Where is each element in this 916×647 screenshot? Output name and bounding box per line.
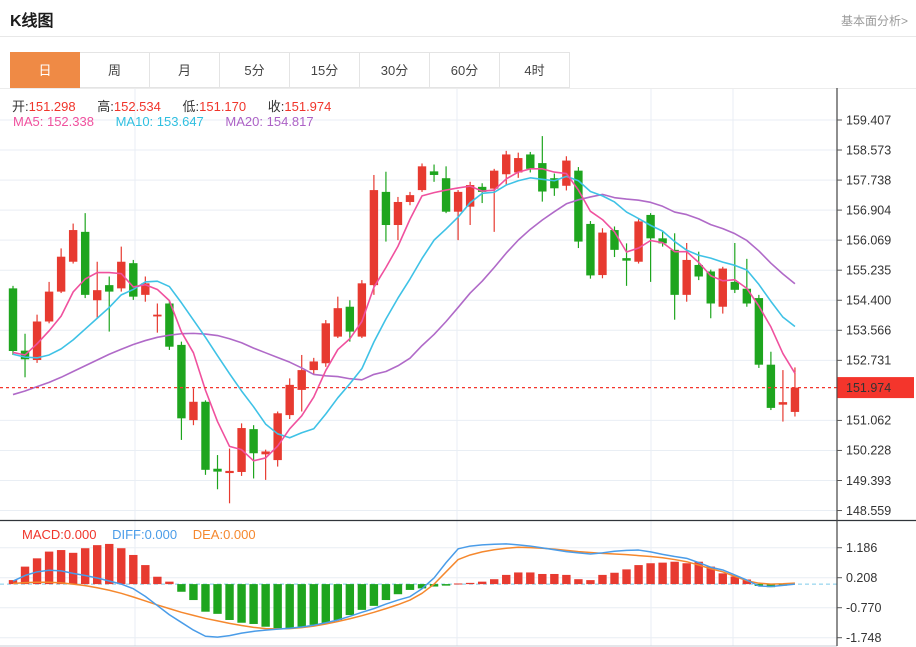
tab-60min[interactable]: 60分 (430, 52, 500, 88)
kline-widget: K线图 基本面分析> 日 周 月 5分 15分 30分 60分 4时 159.4… (0, 0, 916, 647)
svg-text:155.235: 155.235 (846, 263, 891, 277)
close-label: 收: (267, 99, 285, 114)
svg-text:-1.748: -1.748 (846, 631, 881, 645)
svg-text:148.559: 148.559 (846, 504, 891, 518)
svg-text:149.393: 149.393 (846, 474, 891, 488)
ma10-value: 153.647 (156, 114, 204, 129)
kline-chart[interactable]: 159.407 158.573 157.738 156.904 156.069 155.2… (0, 88, 916, 647)
fundamental-analysis-link[interactable]: 基本面分析> (841, 12, 908, 29)
page-title: K线图 (10, 13, 54, 30)
ma5-value: 152.338 (46, 114, 94, 129)
ma-legend: MA5: 152.338 MA10: 153.647 MA20: 154.817 (13, 114, 314, 129)
svg-text:151.974: 151.974 (846, 381, 891, 395)
high-value: 152.534 (113, 99, 161, 114)
svg-text:159.407: 159.407 (846, 113, 891, 127)
ma20-label: MA20: (225, 114, 263, 129)
macd-legend: MACD:0.000 DIFF:0.000 DEA:0.000 (22, 527, 256, 542)
tab-30min[interactable]: 30分 (360, 52, 430, 88)
current-price-badge: 151.974 (837, 377, 914, 399)
svg-text:0.208: 0.208 (846, 571, 877, 585)
period-tabbar: 日 周 月 5分 15分 30分 60分 4时 (10, 52, 570, 88)
svg-text:152.731: 152.731 (846, 354, 891, 368)
svg-text:151.062: 151.062 (846, 414, 891, 428)
tab-5min[interactable]: 5分 (220, 52, 290, 88)
svg-text:156.069: 156.069 (846, 233, 891, 247)
svg-text:150.228: 150.228 (846, 444, 891, 458)
macd-label: MACD: (22, 527, 64, 542)
open-value: 151.298 (28, 99, 76, 114)
close-value: 151.974 (284, 99, 332, 114)
tab-week[interactable]: 周 (80, 52, 150, 88)
ma10-label: MA10: (115, 114, 154, 129)
candles (8, 136, 800, 504)
header-divider (0, 36, 916, 37)
high-label: 高: (97, 99, 114, 114)
dea-value: 0.000 (223, 527, 256, 542)
tab-4hour[interactable]: 4时 (500, 52, 570, 88)
svg-text:154.400: 154.400 (846, 294, 891, 308)
svg-text:-0.770: -0.770 (846, 601, 881, 615)
svg-text:157.738: 157.738 (846, 173, 891, 187)
dea-label: DEA: (192, 527, 224, 542)
open-label: 开: (12, 99, 29, 114)
svg-text:156.904: 156.904 (846, 203, 891, 217)
diff-value: 0.000 (144, 527, 178, 542)
macd-value: 0.000 (63, 527, 97, 542)
ma5-label: MA5: (13, 114, 44, 129)
ma20-value: 154.817 (266, 114, 314, 129)
svg-text:1.186: 1.186 (846, 541, 877, 555)
low-value: 151.170 (199, 99, 247, 114)
tab-15min[interactable]: 15分 (290, 52, 360, 88)
ma10-line (12, 175, 796, 439)
diff-label: DIFF: (112, 527, 145, 542)
ohlc-legend: 开:151.298 高:152.534 低:151.170 收:151.974 (12, 96, 331, 115)
low-label: 低: (182, 99, 200, 114)
tab-day[interactable]: 日 (10, 52, 80, 88)
svg-text:158.573: 158.573 (846, 143, 891, 157)
tab-month[interactable]: 月 (150, 52, 220, 88)
svg-text:153.566: 153.566 (846, 324, 891, 338)
